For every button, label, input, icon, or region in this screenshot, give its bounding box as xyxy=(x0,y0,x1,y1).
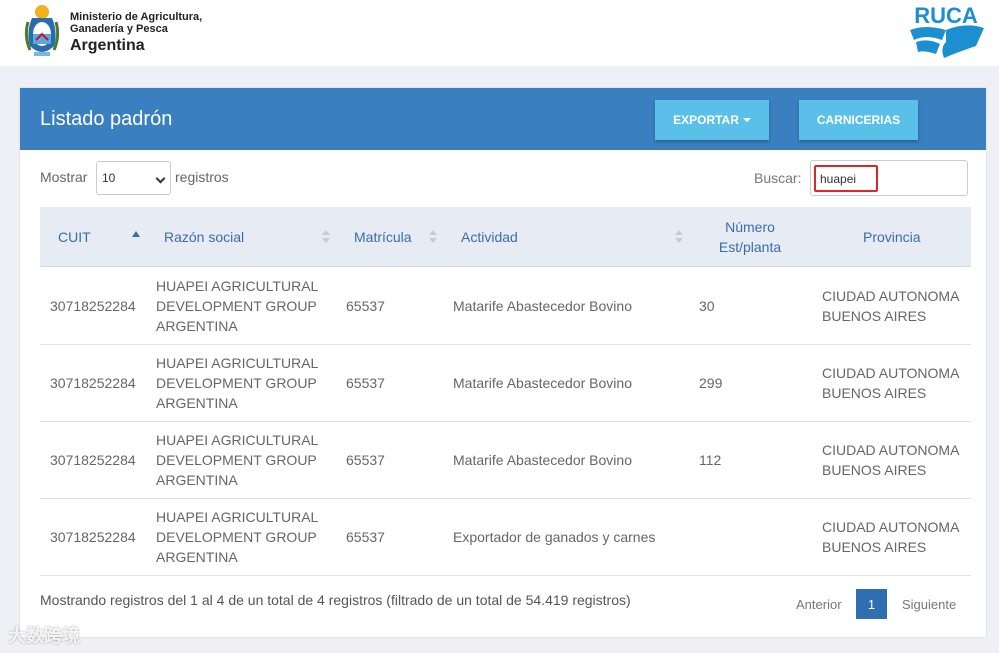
provincia-line: CIUDAD AUTONOMA xyxy=(822,519,960,535)
provincia-line: BUENOS AIRES xyxy=(822,462,927,478)
column-header-numero[interactable]: Número Est/planta xyxy=(710,217,790,257)
ruca-logo-text: RUCA xyxy=(914,3,978,28)
sort-icon[interactable] xyxy=(429,230,437,244)
cell-matricula: 65537 xyxy=(346,298,385,314)
razon-line: DEVELOPMENT GROUP xyxy=(156,529,317,545)
top-header: Ministerio de Agricultura, Ganadería y P… xyxy=(0,0,999,66)
provincia-line: CIUDAD AUTONOMA xyxy=(822,365,960,381)
cell-matricula: 65537 xyxy=(346,529,385,545)
sort-ascending-icon[interactable] xyxy=(132,231,140,237)
sort-icon[interactable] xyxy=(322,230,330,244)
ruca-logo: RUCA xyxy=(910,3,984,58)
export-button-label: EXPORTAR xyxy=(673,113,739,127)
cell-razon-social: HUAPEI AGRICULTURAL DEVELOPMENT GROUP AR… xyxy=(156,276,318,336)
cell-actividad: Exportador de ganados y carnes xyxy=(453,529,656,545)
page-title: Listado padrón xyxy=(40,108,173,130)
cell-provincia: CIUDAD AUTONOMA BUENOS AIRES xyxy=(822,517,959,557)
cell-matricula: 65537 xyxy=(346,375,385,391)
search-label: Buscar: xyxy=(754,170,802,186)
razon-line: ARGENTINA xyxy=(156,549,238,565)
page-size-select[interactable]: 10 xyxy=(96,161,171,195)
cell-numero: 112 xyxy=(699,452,722,468)
carnicerias-button-label: CARNICERIAS xyxy=(816,113,901,127)
cell-actividad: Matarife Abastecedor Bovino xyxy=(453,375,632,391)
column-header-provincia[interactable]: Provincia xyxy=(863,229,921,245)
ministry-name: Ministerio de Agricultura, Ganadería y P… xyxy=(70,11,202,55)
pagination-current-page[interactable]: 1 xyxy=(856,589,887,619)
cell-numero: 299 xyxy=(699,375,723,391)
cell-cuit: 30718252284 xyxy=(50,452,136,468)
razon-line: DEVELOPMENT GROUP xyxy=(156,375,317,391)
table-info: Mostrando registros del 1 al 4 de un tot… xyxy=(40,592,631,608)
razon-line: DEVELOPMENT GROUP xyxy=(156,298,317,314)
table-row[interactable]: 30718252284 HUAPEI AGRICULTURAL DEVELOPM… xyxy=(40,345,971,422)
watermark: 大数跨境 xyxy=(8,622,80,648)
pagination-next[interactable]: Siguiente xyxy=(902,597,956,612)
watermark-text: 大数跨境 xyxy=(8,626,80,646)
ministry-line-1: Ministerio de Agricultura, xyxy=(70,11,203,23)
card-header: Listado padrón EXPORTAR CARNICERIAS xyxy=(20,88,986,150)
cell-actividad: Matarife Abastecedor Bovino xyxy=(453,298,632,314)
column-header-cuit[interactable]: CUIT xyxy=(58,229,91,245)
column-header-razon-social[interactable]: Razón social xyxy=(164,229,244,245)
cell-cuit: 30718252284 xyxy=(50,529,136,545)
records-label: registros xyxy=(175,169,229,185)
page-size-value: 10 xyxy=(102,171,116,185)
caret-down-icon xyxy=(742,118,751,122)
carnicerias-button[interactable]: CARNICERIAS xyxy=(799,100,918,140)
export-dropdown-button[interactable]: EXPORTAR xyxy=(655,100,769,140)
column-header-actividad[interactable]: Actividad xyxy=(461,229,518,245)
cell-cuit: 30718252284 xyxy=(50,375,136,391)
show-label: Mostrar xyxy=(40,169,88,185)
razon-line: DEVELOPMENT GROUP xyxy=(156,452,317,468)
razon-line: HUAPEI AGRICULTURAL xyxy=(156,278,319,294)
search-input-value: huapei xyxy=(820,172,857,186)
pagination-previous[interactable]: Anterior xyxy=(796,597,842,612)
cell-matricula: 65537 xyxy=(346,452,385,468)
table-header: CUIT Razón social Matrícula Actividad Nú… xyxy=(40,207,971,267)
ministry-line-2: Ganadería y Pesca xyxy=(70,23,168,35)
razon-line: HUAPEI AGRICULTURAL xyxy=(156,432,319,448)
cell-actividad: Matarife Abastecedor Bovino xyxy=(453,452,632,468)
cell-razon-social: HUAPEI AGRICULTURAL DEVELOPMENT GROUP AR… xyxy=(156,430,318,490)
argentina-seal-icon xyxy=(24,5,60,56)
ministry-country: Argentina xyxy=(70,37,145,54)
cell-razon-social: HUAPEI AGRICULTURAL DEVELOPMENT GROUP AR… xyxy=(156,353,318,413)
table-row[interactable]: 30718252284 HUAPEI AGRICULTURAL DEVELOPM… xyxy=(40,499,971,576)
cell-provincia: CIUDAD AUTONOMA BUENOS AIRES xyxy=(822,286,959,326)
razon-line: HUAPEI AGRICULTURAL xyxy=(156,509,319,525)
provincia-line: CIUDAD AUTONOMA xyxy=(822,288,960,304)
provincia-line: BUENOS AIRES xyxy=(822,308,927,324)
razon-line: HUAPEI AGRICULTURAL xyxy=(156,355,319,371)
column-header-matricula[interactable]: Matrícula xyxy=(354,229,412,245)
cell-provincia: CIUDAD AUTONOMA BUENOS AIRES xyxy=(822,440,959,480)
cell-cuit: 30718252284 xyxy=(50,298,136,314)
razon-line: ARGENTINA xyxy=(156,318,238,334)
razon-line: ARGENTINA xyxy=(156,472,238,488)
cell-numero: 30 xyxy=(699,298,715,314)
padron-card: Listado padrón EXPORTAR CARNICERIAS Most… xyxy=(19,87,987,638)
table-row[interactable]: 30718252284 HUAPEI AGRICULTURAL DEVELOPM… xyxy=(40,268,971,345)
provincia-line: BUENOS AIRES xyxy=(822,539,927,555)
chevron-down-icon xyxy=(155,173,166,184)
sort-icon[interactable] xyxy=(675,230,683,244)
table-row[interactable]: 30718252284 HUAPEI AGRICULTURAL DEVELOPM… xyxy=(40,422,971,499)
cell-provincia: CIUDAD AUTONOMA BUENOS AIRES xyxy=(822,363,959,403)
razon-line: ARGENTINA xyxy=(156,395,238,411)
provincia-line: BUENOS AIRES xyxy=(822,385,927,401)
cell-razon-social: HUAPEI AGRICULTURAL DEVELOPMENT GROUP AR… xyxy=(156,507,318,567)
provincia-line: CIUDAD AUTONOMA xyxy=(822,442,960,458)
